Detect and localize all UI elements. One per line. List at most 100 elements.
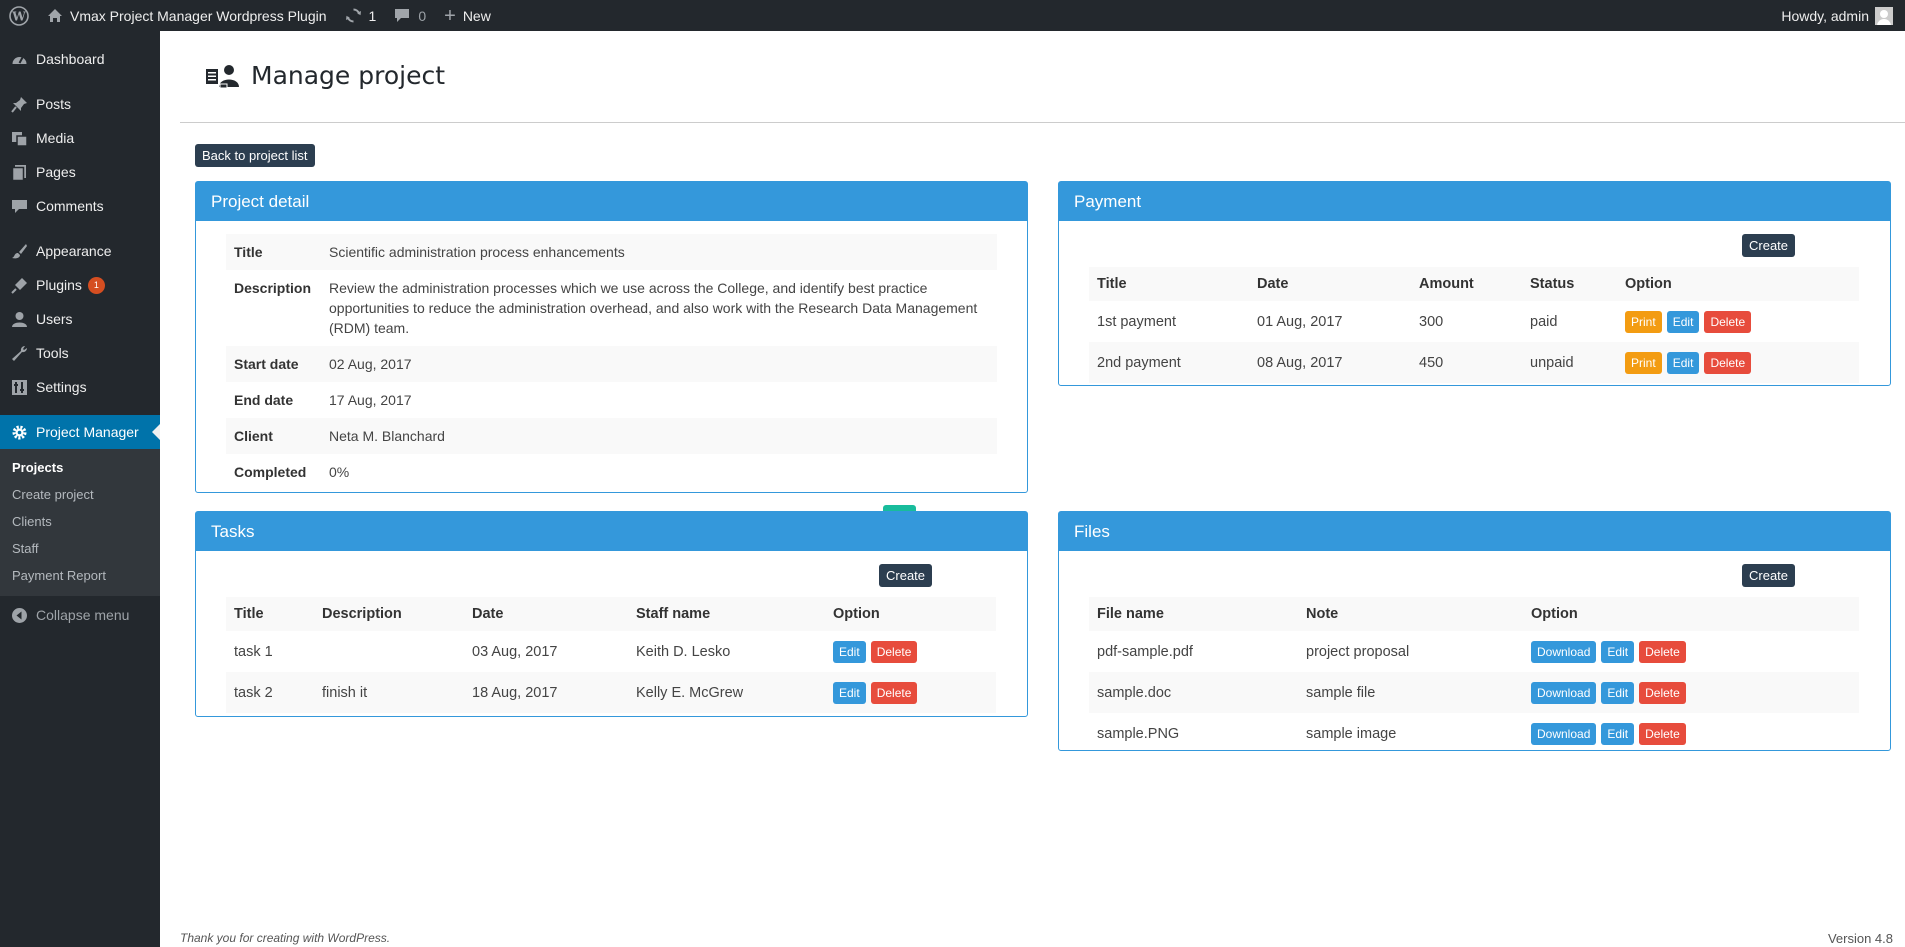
project-manager-submenu: Projects Create project Clients Staff Pa… <box>0 449 160 596</box>
edit-payment-button[interactable]: Edit <box>1666 310 1700 333</box>
edit-task-button[interactable]: Edit <box>833 681 866 704</box>
table-row: 2nd payment 08 Aug, 2017 450 unpaid Prin… <box>1089 342 1859 383</box>
print-payment-button[interactable]: Print <box>1625 351 1662 374</box>
settings-icon <box>10 378 28 396</box>
plug-icon <box>10 276 28 294</box>
site-name: Vmax Project Manager Wordpress Plugin <box>70 7 327 24</box>
table-row: 1st payment 01 Aug, 2017 300 paid Print … <box>1089 301 1859 342</box>
files-panel: Files Create File name Note Option pdf-s… <box>1058 511 1891 751</box>
wordpress-logo-icon[interactable]: W <box>0 0 38 31</box>
pages-icon <box>10 163 28 181</box>
table-header-row: Title Date Amount Status Option <box>1089 267 1859 301</box>
detail-row-title: Title Scientific administration process … <box>226 234 997 270</box>
table-header-row: File name Note Option <box>1089 597 1859 631</box>
detail-row-end-date: End date 17 Aug, 2017 <box>234 392 412 408</box>
avatar <box>1875 6 1893 25</box>
media-icon <box>10 129 28 147</box>
download-file-button[interactable]: Download <box>1531 640 1597 663</box>
new-label: New <box>462 7 491 24</box>
back-to-project-list-button[interactable]: Back to project list <box>195 144 315 167</box>
files-heading: Files <box>1059 512 1890 551</box>
create-file-button[interactable]: Create <box>1742 564 1796 587</box>
delete-file-button[interactable]: Delete <box>1639 722 1686 745</box>
project-detail-panel: Project detail Title Scientific administ… <box>195 181 1028 527</box>
create-task-button[interactable]: Create <box>879 564 933 587</box>
brush-icon <box>10 242 28 260</box>
table-row: pdf-sample.pdf project proposal Download… <box>1089 631 1859 672</box>
payment-heading: Payment <box>1059 182 1890 221</box>
delete-task-button[interactable]: Delete <box>870 681 918 704</box>
submenu-create-project[interactable]: Create project <box>0 482 160 509</box>
edit-payment-button[interactable]: Edit <box>1666 351 1700 374</box>
delete-payment-button[interactable]: Delete <box>1704 351 1752 374</box>
page-header: Manage project <box>205 61 445 90</box>
delete-task-button[interactable]: Delete <box>870 640 918 663</box>
user-icon <box>10 310 28 328</box>
pin-icon <box>10 95 28 113</box>
wordpress-link[interactable]: WordPress <box>327 931 386 945</box>
page-title: Manage project <box>251 61 446 90</box>
edit-task-button[interactable]: Edit <box>833 640 866 663</box>
submenu-staff[interactable]: Staff <box>0 536 160 563</box>
sidebar-item-tools[interactable]: Tools <box>0 336 160 370</box>
sidebar-item-media[interactable]: Media <box>0 121 160 155</box>
header-divider <box>180 122 1905 123</box>
payment-panel: Payment Create Title Date Amount Status … <box>1058 181 1891 386</box>
sidebar-item-posts[interactable]: Posts <box>0 87 160 121</box>
sidebar-item-pages[interactable]: Pages <box>0 155 160 189</box>
sidebar-item-settings[interactable]: Settings <box>0 370 160 404</box>
detail-row-client: Client Neta M. Blanchard <box>226 418 997 454</box>
sidebar-item-appearance[interactable]: Appearance <box>0 234 160 268</box>
comments-count: 0 <box>418 7 427 24</box>
site-name-link[interactable]: Vmax Project Manager Wordpress Plugin <box>38 0 336 31</box>
new-content-link[interactable]: + New <box>435 0 500 31</box>
payment-table: Title Date Amount Status Option 1st paym… <box>1089 267 1859 383</box>
files-table: File name Note Option pdf-sample.pdf pro… <box>1089 597 1859 754</box>
submenu-clients[interactable]: Clients <box>0 509 160 536</box>
delete-file-button[interactable]: Delete <box>1639 640 1686 663</box>
table-row: task 2 finish it 18 Aug, 2017 Kelly E. M… <box>226 672 996 713</box>
project-manager-icon <box>205 63 241 89</box>
edit-file-button[interactable]: Edit <box>1601 681 1635 704</box>
delete-payment-button[interactable]: Delete <box>1704 310 1752 333</box>
home-icon <box>47 8 63 23</box>
submenu-projects[interactable]: Projects <box>0 455 160 482</box>
sidebar-item-plugins[interactable]: Plugins 1 <box>0 268 160 302</box>
print-payment-button[interactable]: Print <box>1625 310 1662 333</box>
detail-row-completed: Completed 0% <box>234 464 350 480</box>
sidebar-item-users[interactable]: Users <box>0 302 160 336</box>
gear-icon <box>10 423 28 441</box>
edit-file-button[interactable]: Edit <box>1601 722 1635 745</box>
tasks-heading: Tasks <box>196 512 1027 551</box>
table-row: sample.doc sample file Download Edit Del… <box>1089 672 1859 713</box>
create-payment-button[interactable]: Create <box>1742 234 1796 257</box>
submenu-payment-report[interactable]: Payment Report <box>0 563 160 590</box>
project-detail-heading: Project detail <box>196 182 1027 221</box>
delete-file-button[interactable]: Delete <box>1639 681 1686 704</box>
sidebar-item-dashboard[interactable]: Dashboard <box>0 42 160 76</box>
updates-link[interactable]: 1 <box>336 0 386 31</box>
detail-row-description: Description Review the administration pr… <box>234 280 978 336</box>
plugins-update-badge: 1 <box>87 276 105 294</box>
howdy-text: Howdy, admin <box>1781 7 1869 24</box>
dashboard-icon <box>10 50 28 68</box>
edit-file-button[interactable]: Edit <box>1601 640 1635 663</box>
download-file-button[interactable]: Download <box>1531 722 1597 745</box>
comments-link[interactable]: 0 <box>385 0 435 31</box>
project-detail-list: Title Scientific administration process … <box>226 234 997 490</box>
wrench-icon <box>10 344 28 362</box>
account-menu[interactable]: Howdy, admin <box>1772 0 1905 31</box>
collapse-menu-button[interactable]: Collapse menu <box>0 598 160 632</box>
sidebar-item-comments[interactable]: Comments <box>0 189 160 223</box>
table-header-row: Title Description Date Staff name Option <box>226 597 996 631</box>
table-row: sample.PNG sample image Download Edit De… <box>1089 713 1859 754</box>
collapse-arrow-icon <box>10 606 28 624</box>
download-file-button[interactable]: Download <box>1531 681 1597 704</box>
table-row: task 1 03 Aug, 2017 Keith D. Lesko Edit … <box>226 631 996 672</box>
comment-icon <box>10 197 28 215</box>
updates-icon <box>345 7 362 24</box>
footer-thanks: Thank you for creating with WordPress. <box>180 931 391 945</box>
sidebar-item-project-manager[interactable]: Project Manager <box>0 415 160 449</box>
admin-sidebar: Dashboard Posts Media Pages Comments App… <box>0 31 160 947</box>
comment-bubble-icon <box>394 8 410 23</box>
